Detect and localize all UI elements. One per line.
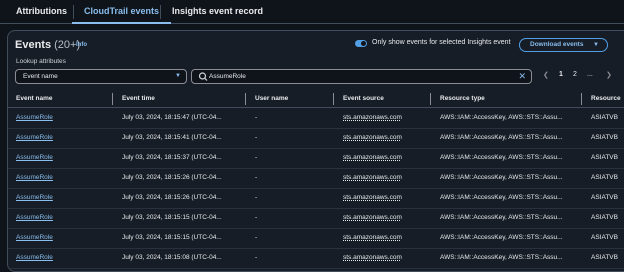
table-row: AssumeRole July 03, 2024, 18:15:26 (UTC-0… [8,188,624,209]
event-source-cell: sts.amazonaws.com [343,194,402,201]
lookup-attribute-select[interactable]: Event name ▼ [15,69,187,84]
event-source-cell: sts.amazonaws.com [343,254,402,261]
column-resizer[interactable] [333,93,334,105]
table-row: AssumeRole July 03, 2024, 18:15:26 (UTC-0… [8,168,624,189]
resource-name-cell: ASIATVB [591,174,618,181]
caret-down-icon: ▼ [175,73,181,79]
resource-type-cell: AWS::IAM::AccessKey, AWS::STS::Assu... [440,154,563,161]
event-time-cell: July 03, 2024, 18:15:08 (UTC-04... [122,254,222,261]
tab-divider [73,5,74,19]
user-name-cell: - [255,234,258,241]
table-row: AssumeRole July 03, 2024, 18:15:15 (UTC-0… [8,228,624,249]
resource-type-cell: AWS::IAM::AccessKey, AWS::STS::Assu... [440,234,563,241]
table-row: AssumeRole July 03, 2024, 18:15:41 (UTC-0… [8,128,624,149]
resource-type-cell: AWS::IAM::AccessKey, AWS::STS::Assu... [440,114,563,121]
event-name-link[interactable]: AssumeRole [16,208,53,228]
resource-name-cell: ASIATVB [591,234,618,241]
resource-type-cell: AWS::IAM::AccessKey, AWS::STS::Assu... [440,254,563,261]
events-title: Events (20+) [15,39,80,51]
column-resizer[interactable] [245,93,246,105]
events-title-text: Events [15,39,52,51]
page-1-button[interactable]: 1 [559,71,563,78]
column-header-event-time[interactable]: Event time [122,95,155,102]
resource-name-cell: ASIATVB [591,214,618,221]
column-resizer[interactable] [112,93,113,105]
table-row: AssumeRole July 03, 2024, 18:15:15 (UTC-0… [8,208,624,229]
resource-type-cell: AWS::IAM::AccessKey, AWS::STS::Assu... [440,194,563,201]
caret-down-icon: ▼ [593,42,599,48]
column-header-event-name[interactable]: Event name [16,95,53,102]
column-header-user-name[interactable]: User name [255,95,288,102]
page-2-button[interactable]: 2 [573,71,577,78]
event-time-cell: July 03, 2024, 18:15:47 (UTC-04... [122,114,222,121]
event-source-cell: sts.amazonaws.com [343,134,402,141]
resource-type-cell: AWS::IAM::AccessKey, AWS::STS::Assu... [440,214,563,221]
resource-type-cell: AWS::IAM::AccessKey, AWS::STS::Assu... [440,174,563,181]
event-time-cell: July 03, 2024, 18:15:37 (UTC-04... [122,154,222,161]
column-resizer[interactable] [430,93,431,105]
info-link[interactable]: Info [76,42,87,48]
tab-attributions[interactable]: Attributions [16,0,67,23]
table-row: AssumeRole July 03, 2024, 18:15:08 (UTC-0… [8,248,624,269]
event-source-cell: sts.amazonaws.com [343,114,402,121]
tab-bar: Attributions CloudTrail events Insights … [0,0,624,24]
clear-icon[interactable]: ✕ [518,70,526,83]
resource-name-cell: ASIATVB [591,134,618,141]
tab-insights-event-record[interactable]: Insights event record [172,0,263,23]
event-name-link[interactable]: AssumeRole [16,148,53,168]
tab-divider [160,5,161,19]
event-time-cell: July 03, 2024, 18:15:26 (UTC-04... [122,194,222,201]
user-name-cell: - [255,254,258,261]
user-name-cell: - [255,114,258,121]
next-page-icon[interactable]: ❯ [606,71,612,79]
event-source-cell: sts.amazonaws.com [343,154,402,161]
resource-name-cell: ASIATVB [591,254,618,261]
tab-cloudtrail-events[interactable]: CloudTrail events [71,0,172,24]
event-source-cell: sts.amazonaws.com [343,214,402,221]
lookup-attributes-label: Lookup attributes [16,58,66,65]
event-name-link[interactable]: AssumeRole [16,168,53,188]
event-name-link[interactable]: AssumeRole [16,228,53,248]
event-name-link[interactable]: AssumeRole [16,128,53,148]
pagination-ellipsis: ... [587,71,593,78]
insights-filter-toggle[interactable] [355,40,367,47]
user-name-cell: - [255,154,258,161]
column-resizer[interactable] [581,93,582,105]
column-header-event-source[interactable]: Event source [343,95,384,102]
resource-type-cell: AWS::IAM::AccessKey, AWS::STS::Assu... [440,134,563,141]
event-time-cell: July 03, 2024, 18:15:15 (UTC-04... [122,214,222,221]
event-time-cell: July 03, 2024, 18:15:41 (UTC-04... [122,134,222,141]
event-source-cell: sts.amazonaws.com [343,234,402,241]
event-time-cell: July 03, 2024, 18:15:15 (UTC-04... [122,234,222,241]
previous-page-icon[interactable]: ❮ [543,71,549,79]
lookup-value-text: AssumeRole [209,73,246,80]
search-icon [198,72,208,81]
resource-name-cell: ASIATVB [591,154,618,161]
download-events-label: Download events [530,41,584,48]
insights-filter-label: Only show events for selected Insights e… [372,39,511,46]
user-name-cell: - [255,134,258,141]
event-name-link[interactable]: AssumeRole [16,188,53,208]
table-row: AssumeRole July 03, 2024, 18:15:37 (UTC-0… [8,148,624,169]
resource-name-cell: ASIATVB [591,114,618,121]
event-name-link[interactable]: AssumeRole [16,248,53,268]
event-name-link[interactable]: AssumeRole [16,108,53,128]
column-header-resource-type[interactable]: Resource type [440,95,485,102]
user-name-cell: - [255,174,258,181]
resource-name-cell: ASIATVB [591,194,618,201]
table-row: AssumeRole July 03, 2024, 18:15:47 (UTC-0… [8,108,624,129]
event-time-cell: July 03, 2024, 18:15:26 (UTC-04... [122,174,222,181]
lookup-attribute-value: Event name [23,73,58,80]
download-events-button[interactable]: Download events ▼ [519,38,608,52]
user-name-cell: - [255,214,258,221]
event-source-cell: sts.amazonaws.com [343,174,402,181]
column-header-resource-name[interactable]: Resource [591,95,621,102]
user-name-cell: - [255,194,258,201]
lookup-value-input[interactable]: AssumeRole ✕ [191,69,532,84]
